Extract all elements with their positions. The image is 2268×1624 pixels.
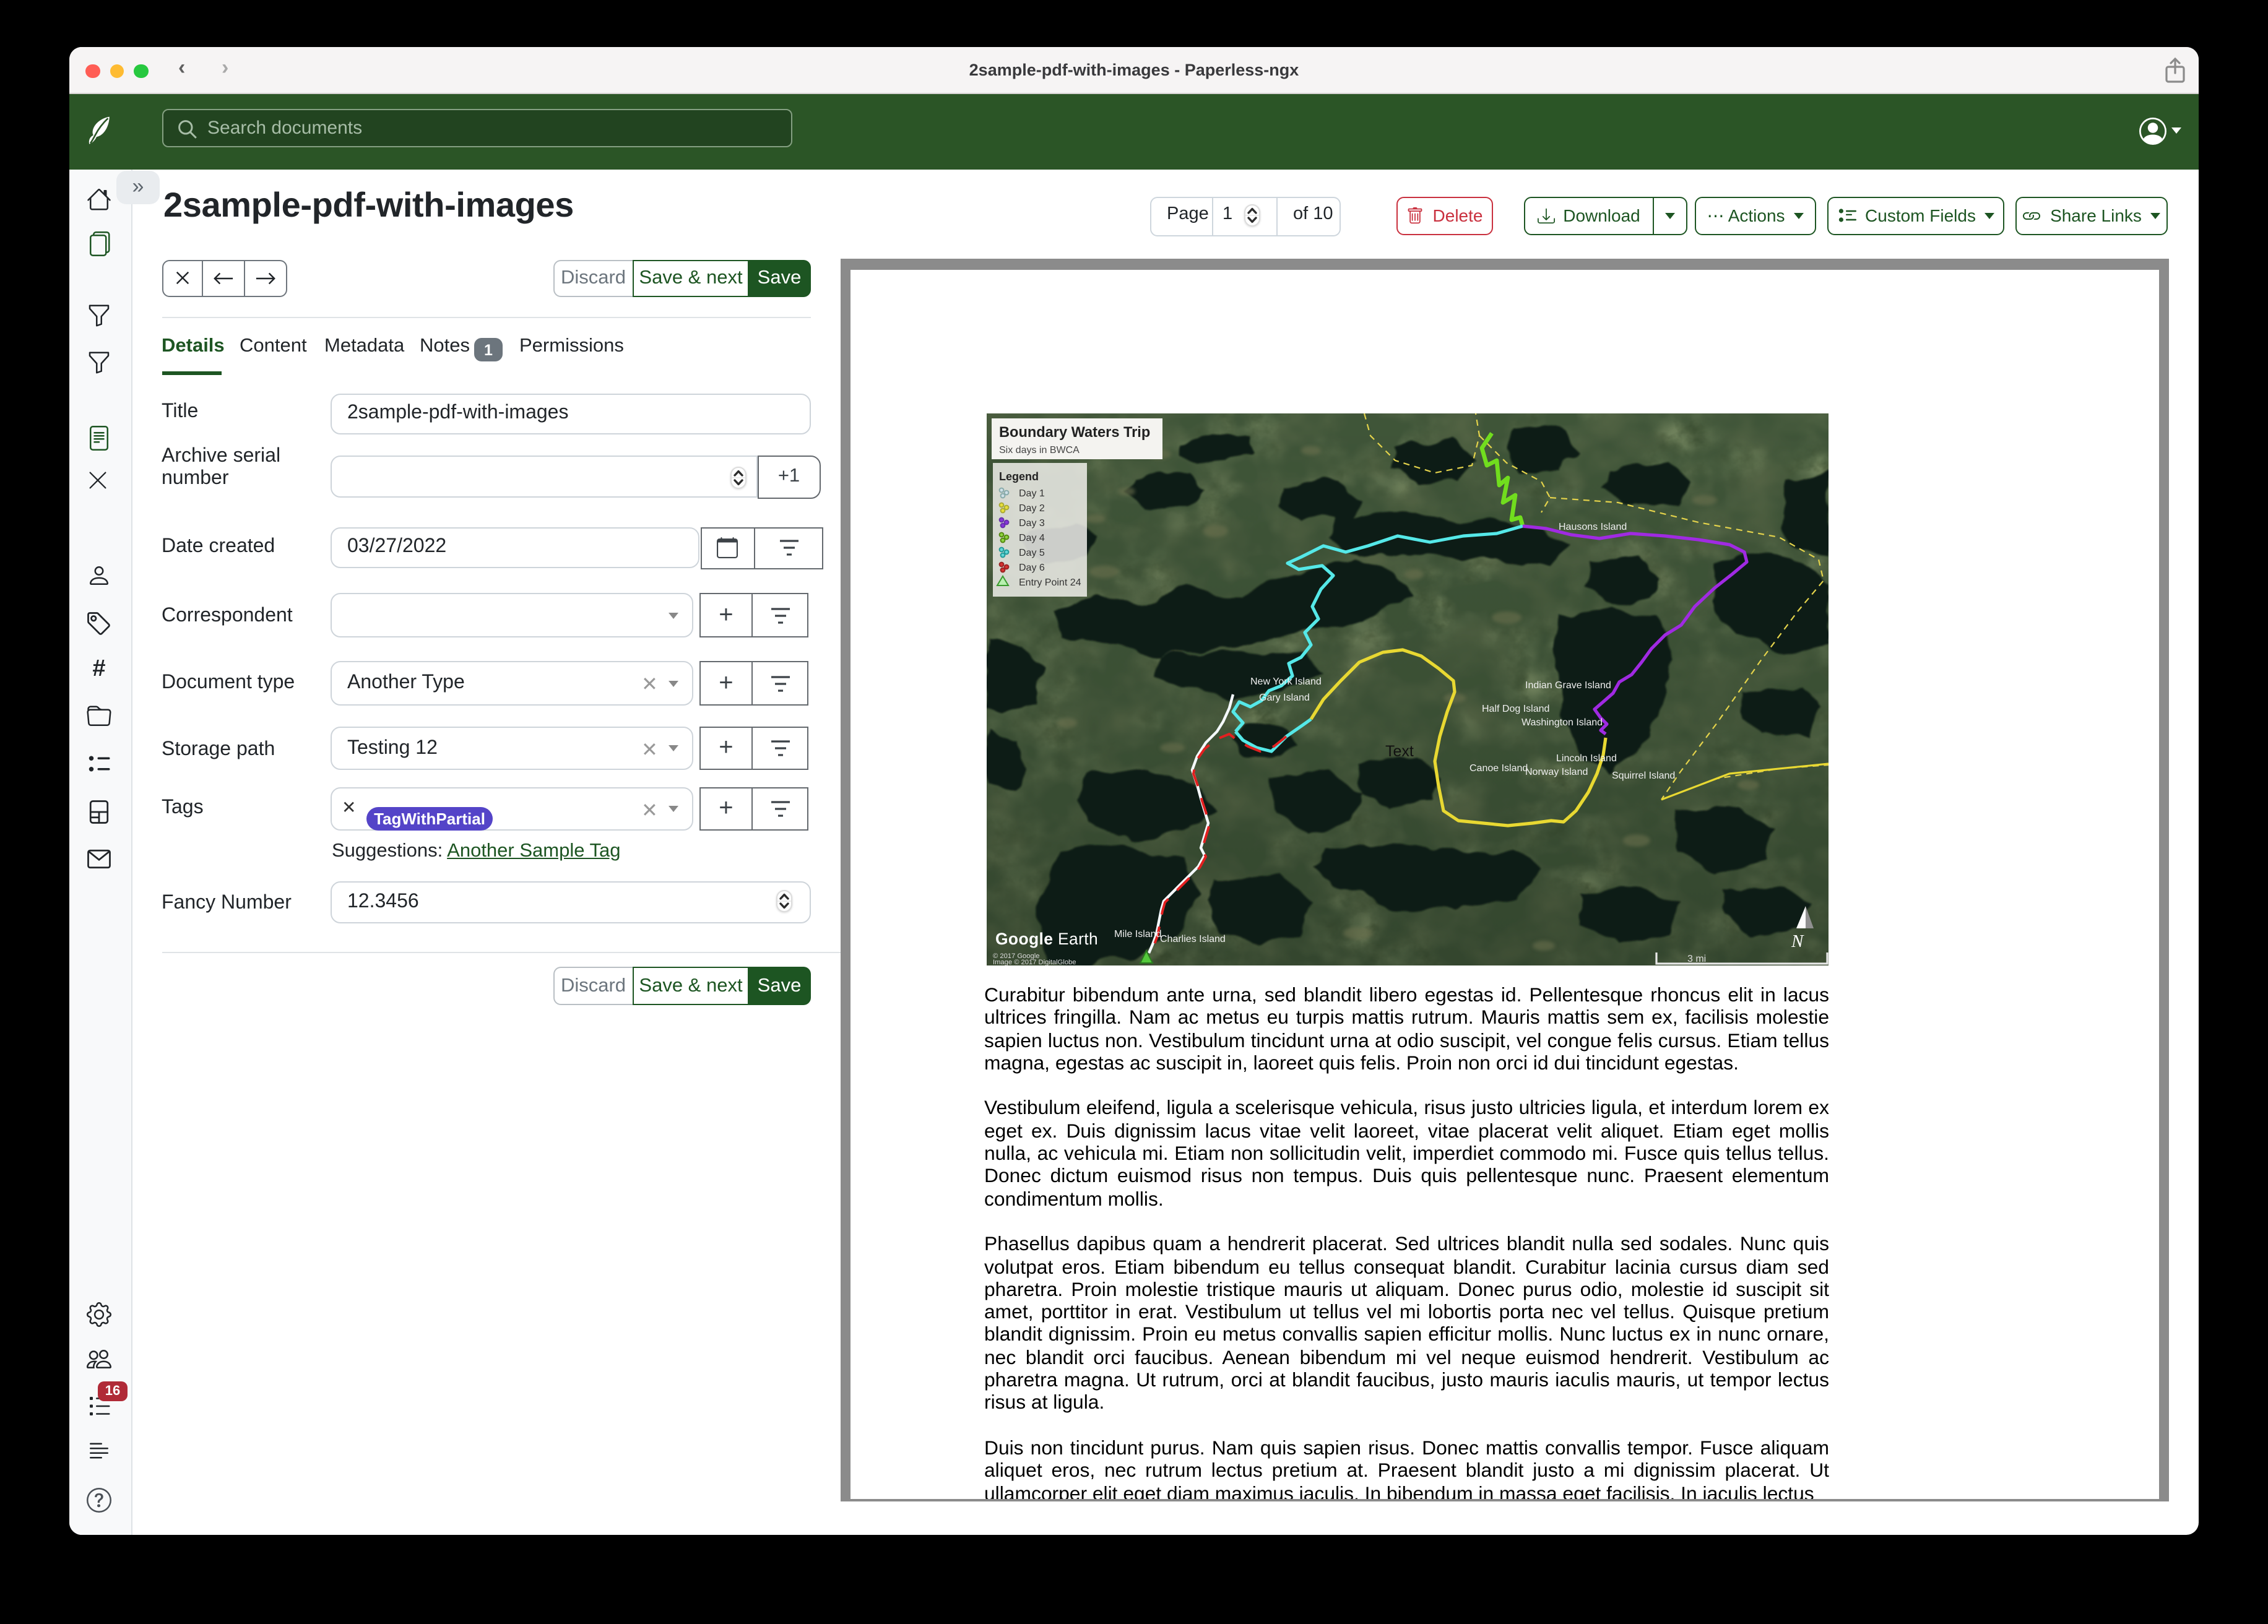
- svg-text:Boundary Waters Trip: Boundary Waters Trip: [999, 424, 1150, 440]
- svg-text:Mile Island: Mile Island: [1114, 928, 1161, 939]
- svg-text:Norway Island: Norway Island: [1525, 766, 1588, 777]
- svg-text:Lincoln Island: Lincoln Island: [1556, 753, 1617, 763]
- svg-text:Legend: Legend: [999, 470, 1039, 482]
- svg-text:Day 1: Day 1: [1019, 488, 1045, 498]
- svg-text:New York Island: New York Island: [1250, 676, 1322, 686]
- svg-text:Google Earth: Google Earth: [995, 929, 1098, 948]
- svg-text:Text: Text: [1385, 742, 1414, 759]
- svg-text:Six days in BWCA: Six days in BWCA: [999, 444, 1080, 455]
- svg-text:N: N: [1791, 931, 1804, 951]
- svg-text:3 mi: 3 mi: [1687, 953, 1706, 964]
- svg-text:Day 4: Day 4: [1019, 532, 1045, 543]
- svg-text:Image © 2017 DigitalGlobe: Image © 2017 DigitalGlobe: [993, 958, 1076, 965]
- svg-text:Charlies Island: Charlies Island: [1160, 933, 1226, 944]
- svg-text:Gary Island: Gary Island: [1259, 692, 1310, 702]
- svg-text:Squirrel Island: Squirrel Island: [1612, 770, 1675, 780]
- svg-text:Indian Grave Island: Indian Grave Island: [1525, 680, 1611, 690]
- svg-text:Washington Island: Washington Island: [1521, 717, 1603, 727]
- svg-text:Half Dog Island: Half Dog Island: [1482, 703, 1549, 714]
- svg-text:Day 2: Day 2: [1019, 503, 1045, 513]
- svg-text:Canoe Island: Canoe Island: [1469, 762, 1528, 773]
- svg-text:Entry Point 24: Entry Point 24: [1019, 577, 1081, 587]
- svg-text:Day 6: Day 6: [1019, 562, 1045, 572]
- svg-text:Day 3: Day 3: [1019, 517, 1045, 528]
- svg-text:Hausons Island: Hausons Island: [1559, 521, 1627, 532]
- svg-text:Day 5: Day 5: [1019, 547, 1045, 558]
